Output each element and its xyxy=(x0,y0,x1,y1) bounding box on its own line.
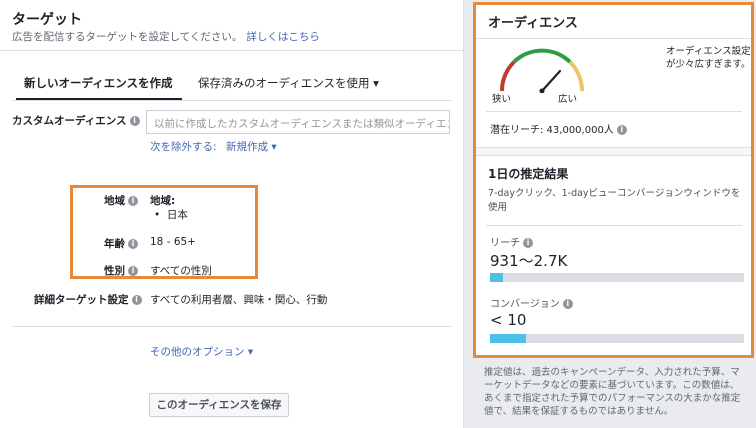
info-icon[interactable]: i xyxy=(129,116,140,126)
detailed-targeting-value[interactable]: すべての利用者層、興味・関心、行動 xyxy=(150,292,327,307)
info-icon[interactable]: i xyxy=(128,266,138,276)
reach-bar xyxy=(490,273,744,282)
divider xyxy=(486,111,742,112)
age-label: 年齢 i xyxy=(104,236,138,251)
info-icon[interactable]: i xyxy=(128,239,138,249)
learn-more-link[interactable]: 詳しくはこちら xyxy=(246,31,320,43)
gender-label: 性別 i xyxy=(104,263,138,278)
age-label-text: 年齢 xyxy=(104,238,125,250)
divider xyxy=(486,225,742,226)
custom-audience-label: カスタムオーディエンス i xyxy=(12,113,140,128)
gauge-wide-label: 広い xyxy=(558,94,578,105)
audience-title: オーディエンス xyxy=(488,16,578,31)
estimate-title: 1日の推定結果 xyxy=(488,167,569,181)
estimate-disclaimer: 推定値は、過去のキャンペーンデータ、入力された予算、マーケットデータなどの要素に… xyxy=(484,367,741,417)
audience-description: オーディエンス設定が少々広すぎます。 xyxy=(666,46,751,70)
gauge-narrow-label: 狭い xyxy=(492,94,512,105)
location-label-text: 地域 xyxy=(104,195,125,207)
conversion-value: < 10 xyxy=(490,311,527,329)
potential-reach: 潜在リーチ: 43,000,000人 i xyxy=(490,121,627,136)
subtitle-text: 広告を配信するターゲットを設定してください。 xyxy=(12,31,243,43)
conversion-label-text: コンバージョン xyxy=(490,299,560,310)
page-subtitle: 広告を配信するターゲットを設定してください。 詳しくはこちら xyxy=(12,29,320,44)
potential-reach-text: 潜在リーチ: 43,000,000人 xyxy=(490,125,614,136)
create-new-dropdown[interactable]: 新規作成 ▾ xyxy=(226,139,277,154)
location-header: 地域: xyxy=(150,195,176,207)
info-icon[interactable]: i xyxy=(562,299,573,309)
conversion-bar xyxy=(490,334,744,343)
custom-audience-input[interactable]: 以前に作成したカスタムオーディエンスまたは類似オーディエンス xyxy=(146,110,450,134)
location-label: 地域 i xyxy=(104,193,138,208)
tab-saved-audience[interactable]: 保存済みのオーディエンスを使用 ▾ xyxy=(198,75,379,91)
age-value[interactable]: 18 - 65+ xyxy=(150,236,196,248)
location-item[interactable]: • 日本 xyxy=(154,207,188,222)
audience-estimate-panel: オーディエンス 狭い 広い オーディエンス設定が少々広すぎます。 潜在リーチ: … xyxy=(473,2,754,358)
gender-label-text: 性別 xyxy=(104,265,125,277)
info-icon[interactable]: i xyxy=(131,295,142,305)
info-icon[interactable]: i xyxy=(128,196,138,206)
section-separator xyxy=(476,147,751,156)
info-icon[interactable]: i xyxy=(523,238,533,248)
page-title: ターゲット xyxy=(12,12,82,28)
reach-label: リーチ i xyxy=(490,234,533,249)
detailed-label-text: 詳細ターゲット設定 xyxy=(34,294,129,306)
audience-size-gauge-icon xyxy=(499,48,585,93)
custom-audience-label-text: カスタムオーディエンス xyxy=(12,115,127,127)
divider xyxy=(0,50,464,51)
divider xyxy=(12,326,452,327)
divider xyxy=(476,38,751,39)
conversion-bar-fill xyxy=(490,334,526,343)
save-audience-button[interactable]: このオーディエンスを保存 xyxy=(149,393,289,417)
more-options-link[interactable]: その他のオプション ▾ xyxy=(150,344,253,359)
location-item-text: 日本 xyxy=(166,209,188,221)
tab-new-audience[interactable]: 新しいオーディエンスを作成 xyxy=(24,75,172,91)
targeting-panel: ターゲット 広告を配信するターゲットを設定してください。 詳しくはこちら 新しいオ… xyxy=(0,0,464,428)
conversion-label: コンバージョン i xyxy=(490,295,573,310)
reach-value: 931～2.7K xyxy=(490,252,568,270)
reach-bar-fill xyxy=(490,273,503,282)
tabs-divider xyxy=(12,100,452,101)
gender-value[interactable]: すべての性別 xyxy=(150,263,212,278)
info-icon[interactable]: i xyxy=(616,125,627,135)
estimate-description: 7-dayクリック、1-dayビューコンバージョンウィンドウを使用 xyxy=(488,188,741,213)
exclude-link[interactable]: 次を除外する: xyxy=(150,139,217,154)
detailed-targeting-label: 詳細ターゲット設定 i xyxy=(34,292,142,307)
reach-label-text: リーチ xyxy=(490,238,520,249)
